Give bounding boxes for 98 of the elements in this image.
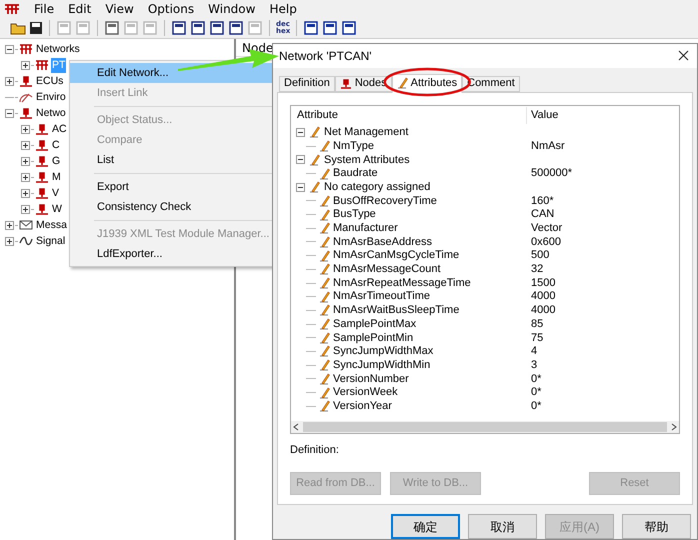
menu-item[interactable]: Options [148, 0, 194, 18]
toolbar-icon[interactable] [190, 20, 206, 36]
pencil-icon [309, 181, 320, 194]
tree-item[interactable]: Enviro [35, 90, 67, 104]
expand-toggle[interactable] [5, 236, 14, 246]
pencil-icon [319, 386, 330, 399]
menu-item[interactable]: Help [269, 0, 297, 18]
pencil-icon [319, 304, 330, 316]
pencil-icon [309, 154, 320, 166]
node-icon [340, 78, 352, 89]
dialog-button[interactable]: 确定 [391, 514, 460, 539]
menu-item[interactable]: Window [208, 0, 256, 18]
toolbar-icon[interactable] [228, 20, 244, 36]
tree-item[interactable]: G [51, 154, 62, 168]
menu-item[interactable]: File [34, 0, 54, 18]
dialog-button[interactable]: 帮助 [622, 514, 691, 539]
pencil-icon [396, 77, 408, 90]
expand-toggle[interactable] [21, 140, 30, 150]
pencil-icon [309, 126, 320, 138]
network-icon [35, 60, 49, 70]
dialog-button[interactable]: 取消 [468, 514, 537, 539]
node-icon [35, 188, 49, 198]
pencil-icon [319, 222, 330, 234]
close-icon[interactable] [678, 50, 689, 62]
menu-item[interactable]: Edit Network... [70, 63, 272, 83]
pencil-icon [319, 236, 330, 248]
network-icon [19, 44, 33, 54]
node-icon [19, 76, 33, 86]
column-header[interactable]: Value [527, 107, 558, 124]
expand-toggle[interactable] [21, 204, 30, 214]
attribute-value[interactable]: 500000* [527, 165, 572, 182]
toolbar-icon[interactable] [171, 20, 187, 36]
pencil-icon [319, 194, 330, 207]
pencil-icon [319, 140, 330, 152]
toolbar-icon[interactable] [303, 20, 320, 36]
pencil-icon [319, 332, 330, 344]
tree-item[interactable]: V [51, 186, 60, 200]
tree-item[interactable]: AC [51, 122, 68, 136]
attribute-value[interactable]: NmAsr [527, 138, 565, 154]
menu-item[interactable]: List [70, 150, 272, 170]
expand-toggle[interactable] [21, 188, 30, 198]
menu-item[interactable]: Consistency Check [70, 197, 272, 217]
horizontal-scrollbar[interactable] [291, 420, 679, 433]
toolbar-icon[interactable] [209, 20, 225, 36]
node-icon [35, 124, 49, 134]
expand-toggle[interactable] [21, 172, 30, 182]
pencil-icon [319, 290, 330, 303]
node-icon [35, 172, 49, 182]
tree-item[interactable]: M [51, 170, 62, 184]
node-icon [35, 140, 49, 150]
toolbar-icon[interactable] [322, 20, 338, 36]
menu-item[interactable]: View [105, 0, 134, 18]
toolbar-icon[interactable] [341, 20, 358, 36]
expand-toggle[interactable] [21, 60, 30, 70]
expand-toggle[interactable] [5, 220, 14, 230]
pencil-icon [319, 318, 330, 330]
save-icon[interactable] [29, 20, 43, 34]
expand-toggle[interactable] [21, 156, 30, 166]
dialog-title: Network 'PTCAN' [279, 48, 372, 65]
menu-item[interactable]: Export [70, 177, 272, 197]
node-icon [35, 204, 49, 214]
node-icon [19, 108, 33, 118]
tree-item[interactable]: Netwo [35, 106, 67, 120]
collapse-toggle[interactable] [296, 182, 305, 192]
pencil-icon [319, 168, 330, 180]
pencil-icon [319, 372, 330, 385]
pencil-icon [319, 263, 330, 276]
pencil-icon [319, 400, 330, 412]
collapse-toggle[interactable] [296, 155, 305, 164]
pencil-icon [319, 277, 330, 290]
gauge-icon [19, 91, 33, 103]
menu-item[interactable]: Edit [68, 0, 92, 18]
tab[interactable]: Definition [279, 76, 335, 92]
folder-icon[interactable] [10, 20, 26, 34]
tree-item[interactable]: C [51, 138, 61, 152]
tree-item[interactable]: W [51, 202, 63, 216]
tree-item[interactable]: Signal [35, 234, 66, 248]
tree-item[interactable]: Networks [35, 42, 81, 56]
collapse-toggle[interactable] [5, 44, 14, 54]
tree-item[interactable]: ECUs [35, 74, 64, 88]
collapse-toggle[interactable] [296, 128, 305, 137]
app-logo-icon [4, 2, 20, 14]
column-header[interactable]: Attribute [291, 107, 527, 124]
tab[interactable]: Attributes [392, 74, 462, 93]
pencil-icon [319, 359, 330, 372]
pencil-icon [319, 250, 330, 262]
wave-icon [19, 236, 33, 246]
tree-item[interactable]: Messa [35, 218, 68, 232]
envelope-icon [19, 220, 33, 230]
definition-label: Definition: [290, 442, 340, 458]
collapse-toggle[interactable] [5, 108, 14, 118]
pencil-icon [319, 345, 330, 358]
menu-item[interactable]: LdfExporter... [70, 244, 272, 264]
pencil-icon [319, 208, 330, 221]
toolbar-icon[interactable] [104, 20, 120, 36]
node-icon [35, 156, 49, 166]
expand-toggle[interactable] [5, 76, 14, 86]
expand-toggle[interactable] [21, 124, 30, 134]
